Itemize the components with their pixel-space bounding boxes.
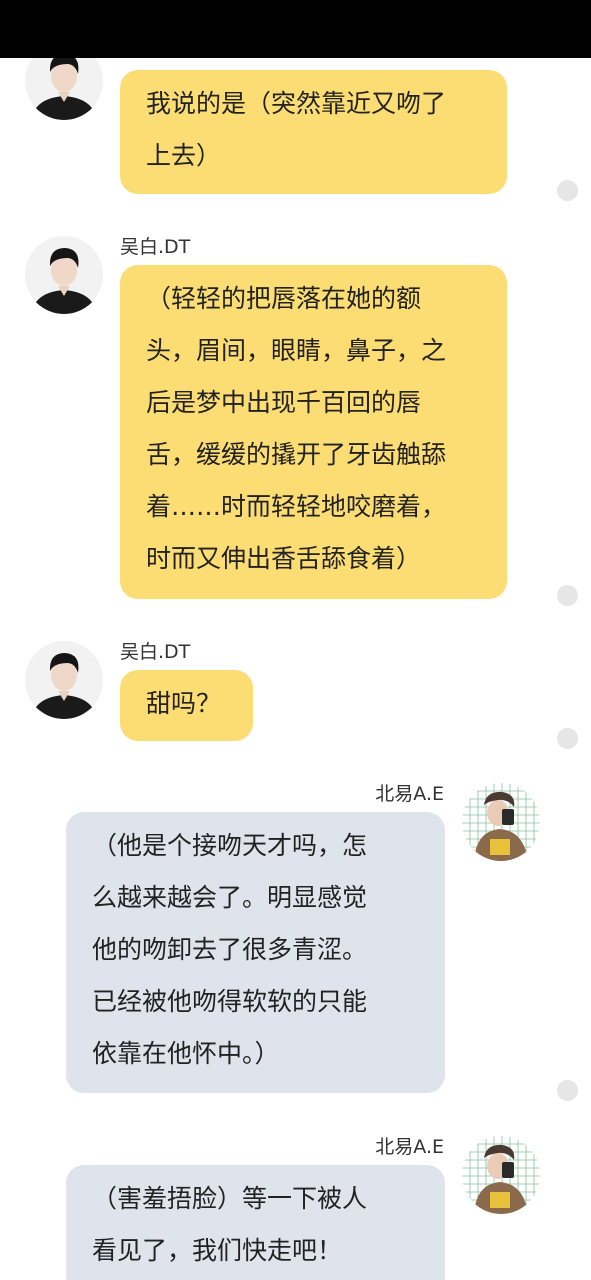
message-bubble[interactable]: （轻轻的把唇落在她的额 头，眉间，眼睛，鼻子，之 后是梦中出现千百回的唇 舌，缓… — [120, 265, 507, 599]
message-bubble[interactable]: 甜吗？ — [120, 670, 253, 741]
sender-name: 吴白.DT — [120, 236, 191, 258]
message-bubble[interactable]: 我说的是（突然靠近又吻了 上去） — [120, 70, 507, 194]
sender-avatar[interactable] — [25, 641, 103, 719]
status-dot-icon — [557, 180, 578, 201]
status-bar — [0, 0, 591, 58]
sender-avatar[interactable] — [462, 1136, 540, 1214]
sender-avatar[interactable] — [25, 236, 103, 314]
sender-avatar[interactable] — [462, 783, 540, 861]
sender-name: 北易A.E — [375, 783, 444, 805]
male-avatar-icon — [25, 236, 103, 314]
status-dot-icon — [557, 585, 578, 606]
message-bubble[interactable]: （害羞捂脸）等一下被人 看见了，我们快走吧！ — [66, 1165, 445, 1280]
status-dot-icon — [557, 1080, 578, 1101]
status-dot-icon — [557, 728, 578, 749]
male-avatar-icon — [25, 641, 103, 719]
sender-name: 北易A.E — [375, 1136, 444, 1158]
female-avatar-icon — [462, 1136, 540, 1214]
sender-name: 吴白.DT — [120, 641, 191, 663]
message-bubble[interactable]: （他是个接吻天才吗，怎 么越来越会了。明显感觉 他的吻卸去了很多青涩。 已经被他… — [66, 812, 445, 1093]
female-avatar-icon — [462, 783, 540, 861]
